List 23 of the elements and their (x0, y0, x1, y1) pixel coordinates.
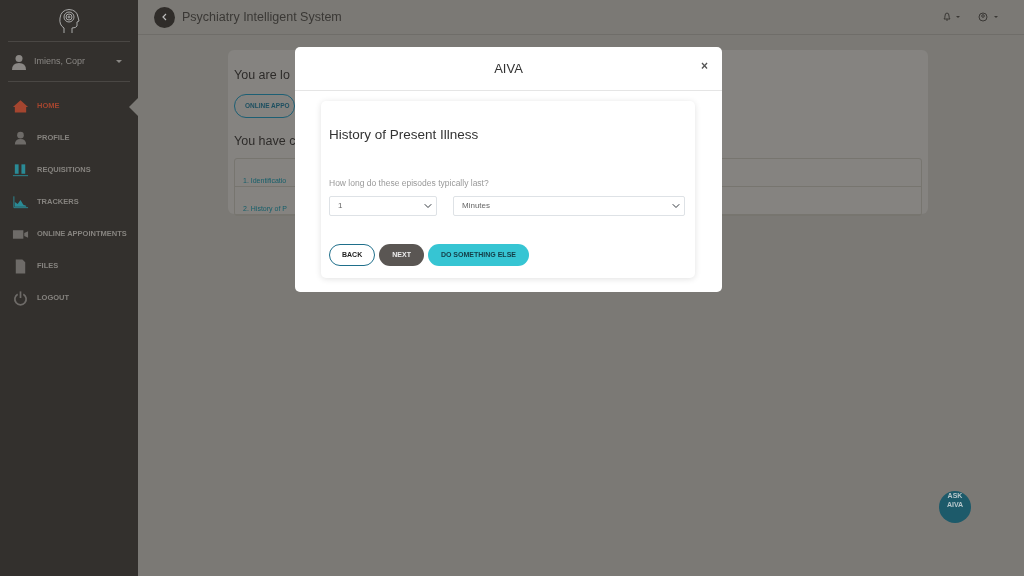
chart-icon (12, 194, 29, 210)
card-subheading: You have c (234, 132, 296, 150)
test-tubes-icon (12, 162, 29, 178)
dropdown-field[interactable]: 1 (329, 196, 437, 216)
person-icon (12, 53, 26, 70)
back-button[interactable] (154, 6, 175, 28)
card-heading: You are lo (234, 67, 290, 84)
house-icon (12, 98, 29, 114)
close-button[interactable]: × (701, 57, 708, 75)
dropdown-field[interactable]: Minutes (453, 196, 685, 216)
chevron-left-icon (160, 13, 169, 21)
head-logo-icon (58, 7, 80, 34)
user-circle-icon[interactable] (978, 12, 1000, 22)
person-icon (12, 130, 29, 146)
question-label: How long do these episodes typically last? (329, 177, 490, 190)
bell-icon[interactable] (942, 12, 962, 22)
power-icon (12, 290, 29, 306)
active-pointer (129, 98, 138, 116)
app-title: Psychiatry Intelligent System (182, 8, 342, 26)
section-title: History of Present Illness (329, 126, 480, 144)
caret-icon[interactable] (116, 59, 122, 64)
modal-title: AIVA (494, 59, 523, 78)
user-name[interactable]: Imiens, Copr (34, 54, 86, 69)
